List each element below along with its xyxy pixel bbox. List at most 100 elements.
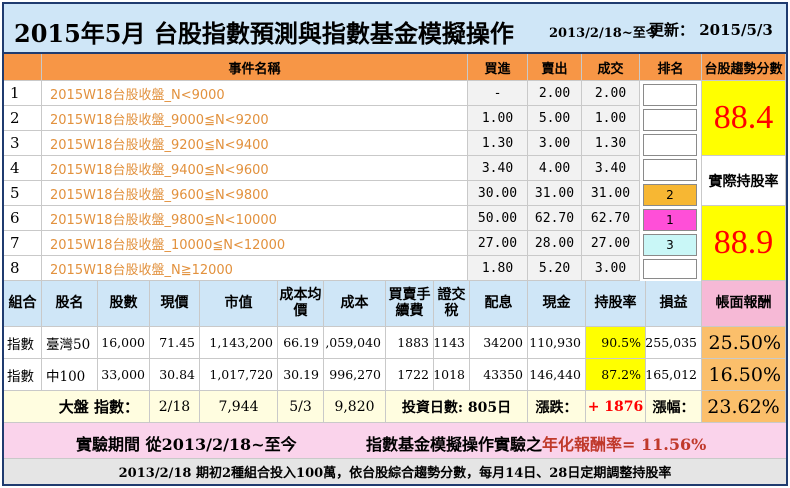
event-sell: 5.00 — [528, 106, 582, 131]
update-info: 更新： 2015/5/3 — [649, 21, 773, 39]
event-name: 2015W18台股收盤_9000≦N<9200 — [42, 106, 468, 131]
ph-cash: 現金 — [528, 281, 586, 327]
event-row-number: 2 — [4, 106, 42, 131]
actual-holding-value: 88.9 — [702, 206, 786, 281]
pf-holding-rate: 90.5% — [586, 327, 646, 359]
title-bar: 2015年5月 台股指數預測與指數基金模擬操作 2013/2/18~至今 更新：… — [4, 4, 786, 54]
event-name: 2015W18台股收盤_9800≦N<10000 — [42, 206, 468, 231]
event-name: 2015W18台股收盤_9200≦N<9400 — [42, 131, 468, 156]
event-deal: 1.30 — [582, 131, 640, 156]
header-rank: 排名 — [640, 54, 702, 81]
ph-book-return: 帳面報酬 — [702, 281, 786, 327]
event-deal: 1.00 — [582, 106, 640, 131]
event-sell: 4.00 — [528, 156, 582, 181]
pf-name: 中100 — [42, 359, 98, 391]
event-buy: 3.40 — [468, 156, 528, 181]
update-date: 2015/5/3 — [699, 21, 773, 39]
ph-name: 股名 — [42, 281, 98, 327]
event-row-number: 6 — [4, 206, 42, 231]
header-sell: 賣出 — [528, 54, 582, 81]
footer-note: 2013/2/18 期初2種組合投入100萬，依台股綜合趨勢分數，每月14日、2… — [4, 459, 786, 484]
pf-group: 指數 — [4, 359, 42, 391]
page-title: 2015年5月 台股指數預測與指數基金模擬操作 — [14, 19, 514, 48]
event-buy: 1.80 — [468, 256, 528, 281]
event-row-number: 7 — [4, 231, 42, 256]
event-sell: 31.00 — [528, 181, 582, 206]
pf-market-value: 1,143,200 — [200, 327, 278, 359]
ph-pnl: 損益 — [646, 281, 702, 327]
ph-avg-cost: 成本均價 — [278, 281, 324, 327]
pf-fee: 1883 — [386, 327, 434, 359]
experiment-desc: 指數基金模擬操作實驗之年化報酬率= 11.56% — [366, 435, 707, 454]
header-trend-score: 台股趨勢分數 — [702, 54, 786, 81]
title-range: 2013/2/18~至今 — [549, 26, 659, 41]
summary-date2: 5/3 — [278, 391, 324, 423]
event-sell: 62.70 — [528, 206, 582, 231]
summary-change-label: 漲跌： — [528, 391, 586, 423]
event-sell: 28.00 — [528, 231, 582, 256]
pf-cash: 146,440 — [528, 359, 586, 391]
experiment-period: 實驗期間 從2013/2/18~至今 — [76, 435, 297, 454]
header-blank — [4, 54, 42, 81]
ph-group: 組合 — [4, 281, 42, 327]
event-buy: - — [468, 81, 528, 106]
ph-price: 現價 — [150, 281, 200, 327]
experiment-highlight: 年化報酬率 — [542, 435, 623, 454]
event-name: 2015W18台股收盤_9600≦N<9800 — [42, 181, 468, 206]
header-event: 事件名稱 — [42, 54, 468, 81]
event-deal: 62.70 — [582, 206, 640, 231]
header-buy: 買進 — [468, 54, 528, 81]
event-deal: 31.00 — [582, 181, 640, 206]
pf-price: 71.45 — [150, 327, 200, 359]
event-deal: 3.00 — [582, 256, 640, 281]
trend-score-value: 88.4 — [702, 81, 786, 156]
event-name: 2015W18台股收盤_N≧12000 — [42, 256, 468, 281]
summary-rise-label: 漲幅： — [646, 391, 702, 423]
rank-box-2 — [643, 109, 697, 131]
pf-holding-rate: 87.2% — [586, 359, 646, 391]
event-buy: 30.00 — [468, 181, 528, 206]
actual-holding-label: 實際持股率 — [702, 156, 786, 206]
event-name: 2015W18台股收盤_N<9000 — [42, 81, 468, 106]
rank-box-3 — [643, 134, 697, 156]
ph-dividend: 配息 — [470, 281, 528, 327]
experiment-value: = 11.56% — [622, 435, 707, 454]
pf-pnl: 165,012 — [646, 359, 702, 391]
summary-date1: 2/18 — [150, 391, 200, 423]
pf-tax: 1018 — [434, 359, 470, 391]
event-name: 2015W18台股收盤_9400≦N<9600 — [42, 156, 468, 181]
ph-holding-rate: 持股率 — [586, 281, 646, 327]
event-sell: 3.00 — [528, 131, 582, 156]
ph-tax: 證交稅 — [434, 281, 470, 327]
event-row-number: 8 — [4, 256, 42, 281]
pf-pnl: 255,035 — [646, 327, 702, 359]
ph-shares: 股數 — [98, 281, 150, 327]
event-deal: 27.00 — [582, 231, 640, 256]
pf-tax: 1143 — [434, 327, 470, 359]
ph-cost: 成本 — [324, 281, 386, 327]
pf-cost: 1,059,040 — [324, 327, 386, 359]
pf-group: 指數 — [4, 327, 42, 359]
pf-dividend: 34200 — [470, 327, 528, 359]
event-buy: 50.00 — [468, 206, 528, 231]
dashboard-frame: 2015年5月 台股指數預測與指數基金模擬操作 2013/2/18~至今 更新：… — [2, 2, 788, 486]
event-buy: 27.00 — [468, 231, 528, 256]
event-sell: 2.00 — [528, 81, 582, 106]
summary-change-value: + 1876 — [586, 391, 646, 423]
pf-book-return: 25.50% — [702, 327, 786, 359]
summary-value1: 7,944 — [200, 391, 278, 423]
summary-invest-days: 投資日數: 805日 — [386, 391, 528, 423]
pf-shares: 33,000 — [98, 359, 150, 391]
event-name: 2015W18台股收盤_10000≦N<12000 — [42, 231, 468, 256]
pf-name: 臺灣50 — [42, 327, 98, 359]
summary-rise-value: 23.62% — [702, 391, 786, 423]
ph-fee: 買賣手續費 — [386, 281, 434, 327]
event-row-number: 5 — [4, 181, 42, 206]
rank-box-6: 1 — [643, 209, 697, 231]
event-row-number: 4 — [4, 156, 42, 181]
pf-cost: 996,270 — [324, 359, 386, 391]
event-buy: 1.00 — [468, 106, 528, 131]
event-sell: 5.20 — [528, 256, 582, 281]
header-deal: 成交 — [582, 54, 640, 81]
pf-cash: 110,930 — [528, 327, 586, 359]
